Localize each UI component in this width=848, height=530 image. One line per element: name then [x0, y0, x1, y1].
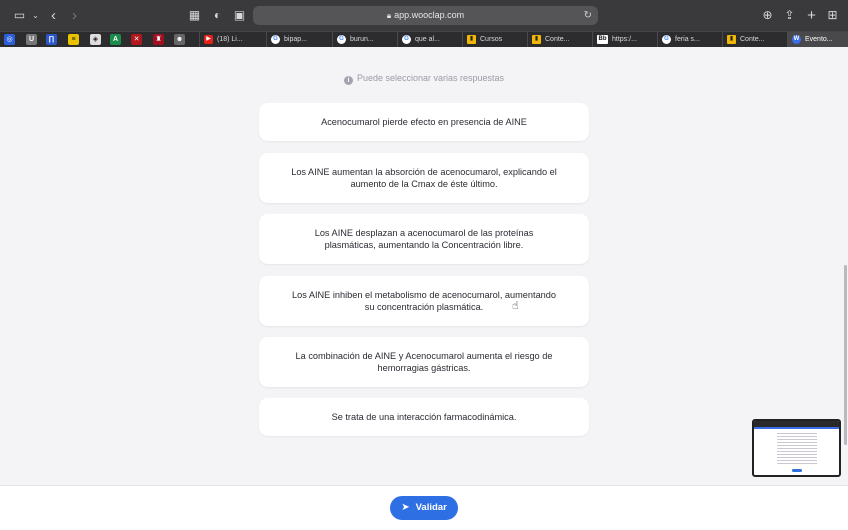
browser-tab[interactable]: Gbipap... — [266, 32, 332, 47]
pinned-tab-icon[interactable]: ◈ — [90, 34, 101, 45]
browser-tab[interactable]: Bb https:/... — [592, 32, 657, 47]
answer-option[interactable]: Los AINE inhiben el metabolismo de aceno… — [259, 276, 589, 326]
sidebar-toggle-icon[interactable]: ▭ — [12, 8, 27, 23]
answer-option[interactable]: Los AINE aumentan la absorción de acenoc… — [259, 153, 589, 203]
tab-overview-icon[interactable]: ⊞ — [825, 8, 840, 23]
pinned-tab-icon[interactable]: A — [110, 34, 121, 45]
screenshot-thumbnail[interactable] — [752, 419, 841, 477]
browser-tab[interactable]: Gque al... — [397, 32, 462, 47]
back-icon[interactable]: ‹ — [46, 8, 61, 23]
browser-tab[interactable]: ▮ Cursos — [462, 32, 527, 47]
browser-tab[interactable]: Gferia s... — [657, 32, 722, 47]
pinned-tab-icon[interactable]: ∏ — [46, 34, 57, 45]
shield-icon[interactable]: ◐ — [210, 8, 225, 23]
google-icon: G — [402, 34, 411, 44]
submit-button[interactable]: ➤ Validar — [390, 496, 458, 520]
info-icon: i — [343, 76, 353, 85]
browser-tab[interactable]: ▶ (18) Li... — [199, 32, 266, 47]
google-icon: G — [271, 34, 280, 44]
browser-tab[interactable]: ▮ Conte... — [722, 32, 787, 47]
chart-icon: ▮ — [467, 34, 476, 44]
wooclap-icon: W — [792, 34, 801, 44]
send-icon: ➤ — [401, 502, 410, 513]
google-icon: G — [337, 34, 346, 44]
lock-icon: 🔒︎ — [386, 11, 392, 20]
youtube-icon: ▶ — [204, 34, 213, 44]
reload-icon[interactable]: ↻ — [584, 6, 592, 25]
browser-toolbar: ▭ ⌄ ‹ › ▦ ◐ ▣ 🔒︎ app.wooclap.com ↻ ⊕ ⇪ + … — [0, 0, 848, 31]
url-text: app.wooclap.com — [394, 10, 465, 20]
chart-icon: ▮ — [532, 34, 541, 44]
answer-option[interactable]: Acenocumarol pierde efecto en presencia … — [259, 103, 589, 141]
pinned-tab-icon[interactable]: U — [26, 34, 37, 45]
share-icon[interactable]: ⇪ — [782, 8, 797, 23]
pinned-tab-icon[interactable]: ☻ — [174, 34, 185, 45]
page-scrollbar[interactable] — [844, 265, 847, 445]
extension-icon[interactable]: ▣ — [232, 8, 247, 23]
pinned-tab-icon[interactable]: ♜ — [153, 34, 164, 45]
tab-bar: ◎ U ∏ ≡ ◈ A ✕ ♜ ☻ ▶ (18) Li... Gbipap... … — [0, 31, 848, 47]
multiple-answers-hint: i Puede seleccionar varias respuestas — [0, 73, 848, 85]
hand-cursor-icon: ☝ — [512, 300, 519, 312]
download-icon[interactable]: ⊕ — [760, 8, 775, 23]
new-tab-icon[interactable]: + — [804, 8, 819, 23]
browser-tab[interactable]: Gburun... — [332, 32, 397, 47]
bb-icon: Bb — [597, 34, 608, 44]
answer-option[interactable]: Se trata de una interacción farmacodinám… — [259, 398, 589, 436]
browser-tab[interactable]: ▮ Conte... — [527, 32, 592, 47]
pinned-tab-icon[interactable]: ≡ — [68, 34, 79, 45]
google-icon: G — [662, 34, 671, 44]
pinned-tab-icon[interactable]: ◎ — [4, 34, 15, 45]
pinned-tab-icon[interactable]: ✕ — [131, 34, 142, 45]
address-bar[interactable]: 🔒︎ app.wooclap.com ↻ — [253, 6, 598, 25]
forward-icon[interactable]: › — [67, 8, 82, 23]
reader-icon[interactable]: ▦ — [187, 8, 202, 23]
chart-icon: ▮ — [727, 34, 736, 44]
browser-tab-active[interactable]: W Evento... — [787, 32, 848, 47]
chevron-down-icon[interactable]: ⌄ — [28, 8, 43, 23]
answer-option[interactable]: Los AINE desplazan a acenocumarol de las… — [259, 214, 589, 264]
answer-option[interactable]: La combinación de AINE y Acenocumarol au… — [259, 337, 589, 387]
